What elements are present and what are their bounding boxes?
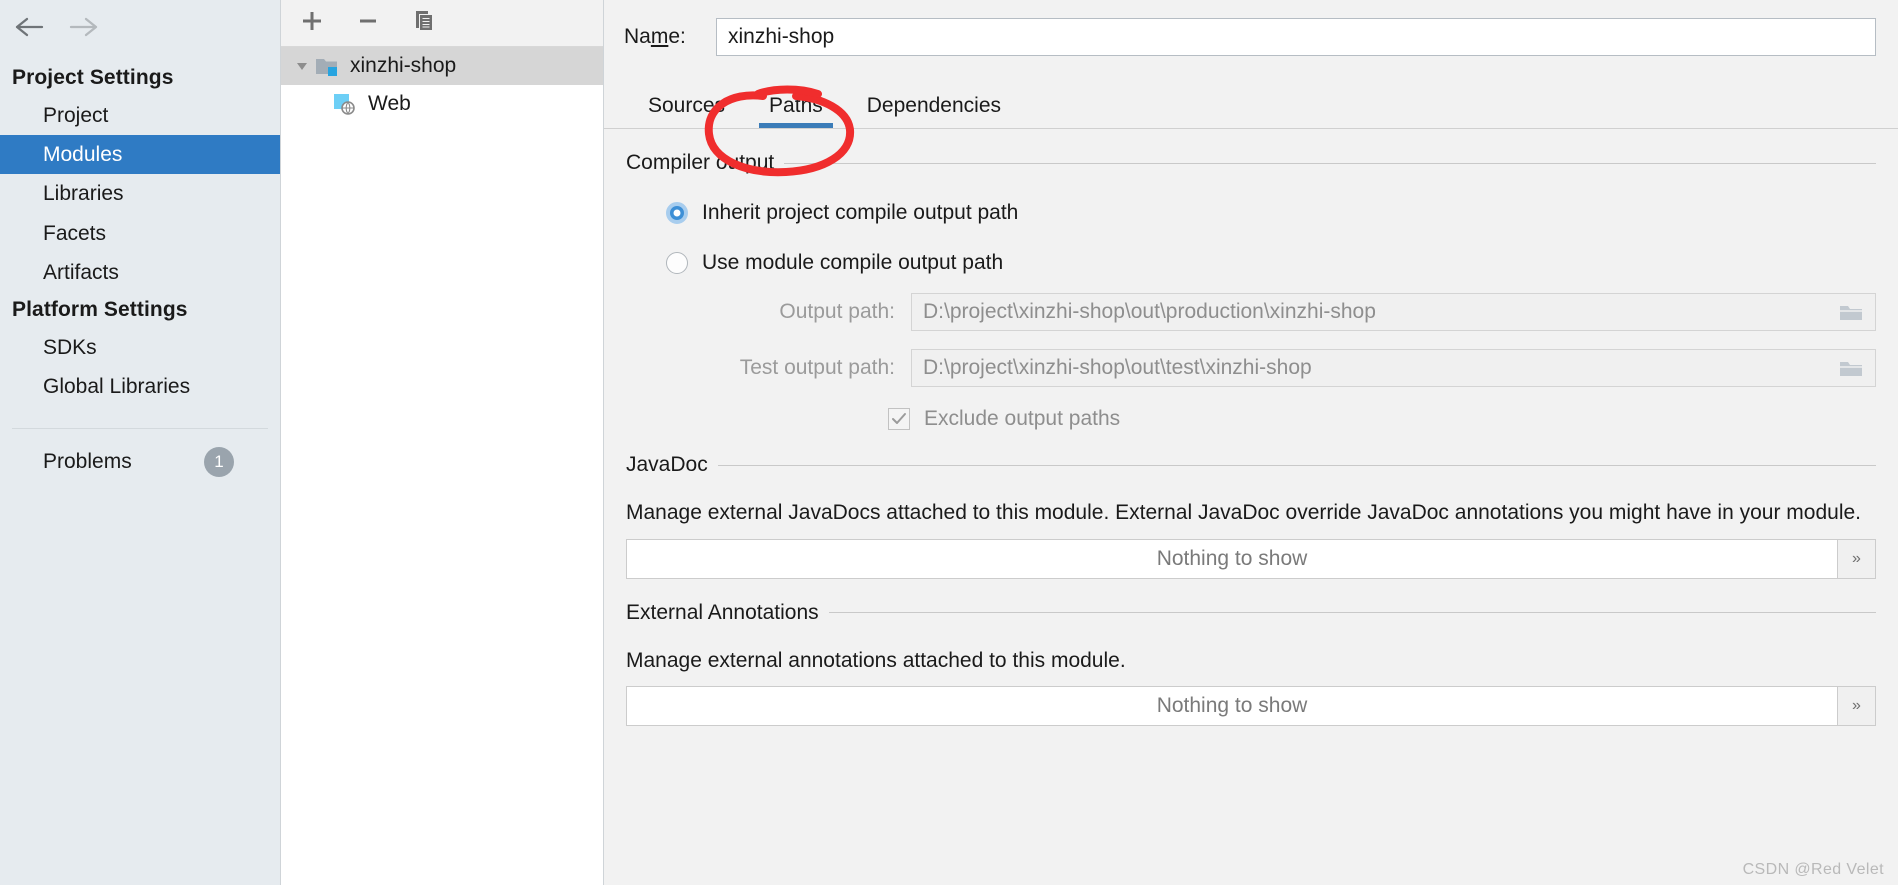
test-output-path-label: Test output path: <box>739 356 895 379</box>
external-annotations-list[interactable]: Nothing to show <box>626 686 1838 727</box>
problems-label: Problems <box>43 450 132 474</box>
add-module-button[interactable] <box>295 7 329 39</box>
use-module-output-radio-row[interactable]: Use module compile output path <box>626 251 1876 275</box>
sidebar-item-list: Project Settings Project Modules Librari… <box>0 54 280 478</box>
minus-icon <box>355 8 381 39</box>
tree-node-web[interactable]: Web <box>281 85 603 123</box>
exclude-output-paths-label: Exclude output paths <box>924 407 1121 430</box>
javadoc-header: JavaDoc <box>626 453 1876 477</box>
exclude-output-paths-row[interactable]: Exclude output paths <box>626 407 1876 431</box>
module-settings-panel: Name: Sources Paths Dependencies <box>604 0 1898 885</box>
module-name-row: Name: <box>604 0 1898 56</box>
folder-icon[interactable] <box>1838 302 1864 323</box>
folder-icon[interactable] <box>1838 358 1864 379</box>
arrow-right-icon <box>69 16 99 38</box>
external-annotations-header: External Annotations <box>626 601 1876 625</box>
javadoc-description: Manage external JavaDocs attached to thi… <box>626 501 1862 524</box>
tab-label: Sources <box>648 94 726 117</box>
radio-label: Inherit project compile output path <box>702 201 1019 224</box>
module-tree-toolbar <box>281 0 603 47</box>
back-button[interactable] <box>14 12 46 42</box>
paths-tab-content: Compiler output Inherit project compile … <box>604 151 1898 727</box>
sidebar-item-modules[interactable]: Modules <box>0 135 280 175</box>
javadoc-list-row: Nothing to show » <box>626 538 1876 579</box>
compiler-output-group: Compiler output Inherit project compile … <box>626 151 1876 431</box>
group-separator <box>784 162 1876 164</box>
arrow-left-icon <box>15 16 45 38</box>
copy-module-button[interactable] <box>407 7 441 39</box>
tree-node-label: xinzhi-shop <box>350 54 457 77</box>
web-facet-icon <box>333 93 359 115</box>
problems-count-badge: 1 <box>204 447 234 478</box>
module-folder-icon <box>315 56 341 77</box>
inherit-project-output-radio-row[interactable]: Inherit project compile output path <box>626 201 1876 225</box>
javadoc-expand-button[interactable]: » <box>1838 538 1876 579</box>
tab-dependencies[interactable]: Dependencies <box>845 94 1023 128</box>
external-annotations-list-row: Nothing to show » <box>626 686 1876 727</box>
remove-module-button[interactable] <box>351 7 385 39</box>
group-separator <box>717 464 1876 466</box>
group-title: Compiler output <box>626 151 775 174</box>
copy-icon <box>411 8 437 39</box>
tree-node-label: Web <box>368 92 411 115</box>
checkbox-checked-icon[interactable] <box>888 408 910 430</box>
sidebar-item-artifacts[interactable]: Artifacts <box>0 253 280 292</box>
sidebar-section-project-settings: Project Settings <box>12 66 174 89</box>
test-output-path-value: D:\project\xinzhi-shop\out\test\xinzhi-s… <box>923 356 1312 379</box>
compiler-output-header: Compiler output <box>626 151 1876 175</box>
tab-label: Paths <box>769 94 823 117</box>
radio-label: Use module compile output path <box>702 251 1004 274</box>
chevron-down-icon[interactable] <box>289 58 315 74</box>
external-annotations-expand-button[interactable]: » <box>1838 686 1876 727</box>
javadoc-group: JavaDoc Manage external JavaDocs attache… <box>626 453 1876 579</box>
module-name-label: Name: <box>624 25 686 48</box>
module-tabs: Sources Paths Dependencies <box>604 84 1898 129</box>
sidebar-item-project[interactable]: Project <box>0 96 280 135</box>
group-title: External Annotations <box>626 600 819 624</box>
sidebar-section-platform-settings: Platform Settings <box>12 297 188 321</box>
output-path-field[interactable]: D:\project\xinzhi-shop\out\production\xi… <box>911 293 1876 331</box>
tab-sources[interactable]: Sources <box>626 94 747 128</box>
javadoc-list[interactable]: Nothing to show <box>626 538 1838 579</box>
external-annotations-group: External Annotations Manage external ann… <box>626 601 1876 727</box>
group-title: JavaDoc <box>626 453 708 476</box>
radio-icon-checked[interactable] <box>666 202 688 224</box>
forward-button[interactable] <box>68 12 100 42</box>
test-output-path-row: Test output path: D:\project\xinzhi-shop… <box>626 349 1876 387</box>
group-separator <box>828 612 1876 614</box>
output-path-row: Output path: D:\project\xinzhi-shop\out\… <box>626 293 1876 331</box>
tab-paths[interactable]: Paths <box>747 94 845 128</box>
external-annotations-description: Manage external annotations attached to … <box>626 648 1126 672</box>
output-path-value: D:\project\xinzhi-shop\out\production\xi… <box>923 300 1376 323</box>
settings-sidebar: Project Settings Project Modules Librari… <box>0 0 281 885</box>
test-output-path-field[interactable]: D:\project\xinzhi-shop\out\test\xinzhi-s… <box>911 349 1876 387</box>
project-structure-dialog: Project Settings Project Modules Librari… <box>0 0 1898 885</box>
sidebar-item-libraries[interactable]: Libraries <box>0 174 280 213</box>
sidebar-item-global-libraries[interactable]: Global Libraries <box>0 367 280 406</box>
tab-underline <box>759 123 833 128</box>
sidebar-item-problems[interactable]: Problems 1 <box>0 429 280 478</box>
sidebar-nav-arrows <box>0 0 280 54</box>
sidebar-item-sdks[interactable]: SDKs <box>0 328 280 367</box>
plus-icon <box>299 8 325 39</box>
tree-node-xinzhi-shop[interactable]: xinzhi-shop <box>281 47 603 85</box>
sidebar-item-facets[interactable]: Facets <box>0 214 280 253</box>
tab-label: Dependencies <box>866 94 1002 117</box>
watermark: CSDN @Red Velet <box>1742 861 1884 878</box>
radio-icon[interactable] <box>666 252 688 274</box>
module-name-input[interactable] <box>716 18 1876 56</box>
output-path-label: Output path: <box>779 300 895 323</box>
module-tree: xinzhi-shop Web <box>281 47 603 885</box>
module-tree-panel: xinzhi-shop Web <box>281 0 604 885</box>
